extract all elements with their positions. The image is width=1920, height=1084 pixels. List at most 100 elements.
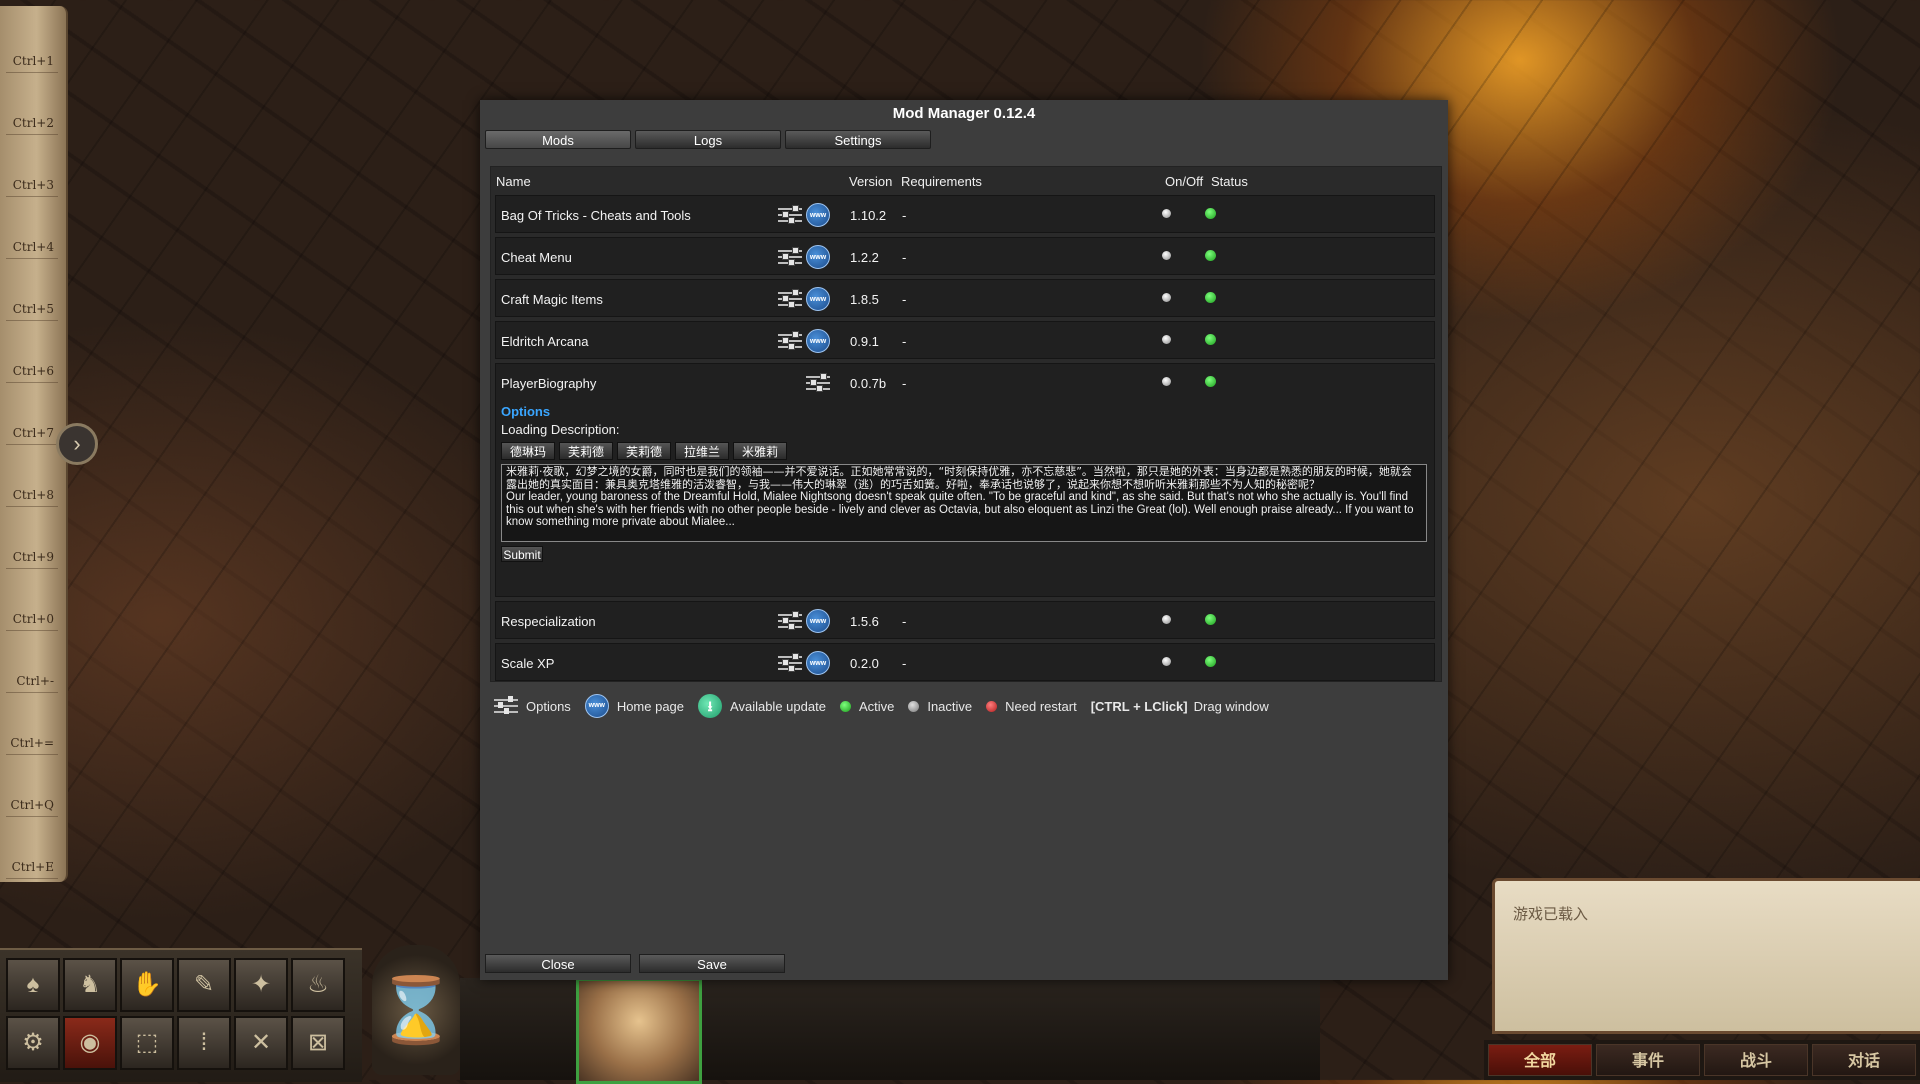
mod-options-icon[interactable]	[778, 204, 802, 226]
mod-options-icon[interactable]	[778, 610, 802, 632]
mod-toggle[interactable]	[1162, 335, 1171, 344]
mod-row[interactable]: Cheat Menu www 1.2.2 -	[495, 237, 1435, 275]
status-active-dot-icon	[1205, 334, 1216, 345]
character-name-button[interactable]: 米雅莉	[733, 442, 787, 460]
homepage-globe-icon[interactable]: www	[806, 329, 830, 353]
character-name-button[interactable]: 德琳玛	[501, 442, 555, 460]
homepage-globe-icon[interactable]: www	[806, 651, 830, 675]
character-name-button[interactable]: 拉维兰	[675, 442, 729, 460]
log-message: 游戏已载入	[1513, 905, 1589, 923]
hotbar-slot[interactable]: Ctrl+Q	[6, 760, 58, 817]
hotbar-slot[interactable]: Ctrl+E	[6, 822, 58, 879]
action-button-icon[interactable]: ◉	[63, 1016, 117, 1070]
hotbar-slot[interactable]: Ctrl+5	[6, 264, 58, 321]
loading-description-label: Loading Description:	[501, 422, 620, 437]
mod-row[interactable]: PlayerBiography 0.0.7b - Options Loading Des…	[495, 363, 1435, 597]
mod-requirements: -	[902, 614, 907, 629]
mod-toggle[interactable]	[1162, 657, 1171, 666]
mod-requirements: -	[902, 334, 907, 349]
character-name-button[interactable]: 芙莉德	[559, 442, 613, 460]
action-button-icon[interactable]: ⊠	[291, 1016, 345, 1070]
action-button-icon[interactable]: ✋	[120, 958, 174, 1012]
close-button[interactable]: Close	[485, 954, 631, 973]
action-button-icon[interactable]: ✕	[234, 1016, 288, 1070]
hotbar-slot[interactable]: Ctrl+8	[6, 450, 58, 507]
save-button[interactable]: Save	[639, 954, 785, 973]
hotbar-slot[interactable]: Ctrl+-	[6, 636, 58, 693]
hotbar-slot[interactable]: Ctrl+3	[6, 140, 58, 197]
character-portrait[interactable]	[576, 978, 702, 1084]
mod-version: 0.9.1	[850, 334, 879, 349]
restart-dot-icon	[986, 700, 998, 712]
character-name-buttons: 德琳玛 芙莉德 芙莉德 拉维兰 米雅莉	[501, 442, 787, 460]
inactive-dot-icon	[908, 700, 920, 712]
hotbar-key-label: Ctrl+6	[12, 364, 54, 378]
mod-toggle[interactable]	[1162, 293, 1171, 302]
action-button-icon[interactable]: ♨	[291, 958, 345, 1012]
hotbar-slot[interactable]: Ctrl+9	[6, 512, 58, 569]
action-button-icon[interactable]: ⚙	[6, 1016, 60, 1070]
hotbar-expand-arrow-icon[interactable]: ›	[56, 423, 98, 465]
action-button-icon[interactable]: ♞	[63, 958, 117, 1012]
hotbar-slot[interactable]: Ctrl+6	[6, 326, 58, 383]
hotbar-key-label: Ctrl+3	[12, 178, 54, 192]
mod-row[interactable]: Craft Magic Items www 1.8.5 -	[495, 279, 1435, 317]
legend-active-label: Active	[858, 698, 895, 714]
mod-toggle[interactable]	[1162, 251, 1171, 260]
action-button-icon[interactable]: ⁞	[177, 1016, 231, 1070]
submit-button[interactable]: Submit	[501, 546, 543, 562]
mod-requirements: -	[902, 656, 907, 671]
mod-row[interactable]: Eldritch Arcana www 0.9.1 -	[495, 321, 1435, 359]
tab-mods[interactable]: Mods	[485, 130, 631, 149]
hotbar-key-label: Ctrl+=	[10, 736, 54, 750]
hotbar-key-label: Ctrl+4	[12, 240, 54, 254]
log-tab[interactable]: 全部	[1488, 1044, 1592, 1076]
action-button-icon[interactable]: ✦	[234, 958, 288, 1012]
action-button-icon[interactable]: ✎	[177, 958, 231, 1012]
mod-name: Cheat Menu	[501, 250, 572, 265]
hotbar-key-label: Ctrl+0	[12, 612, 54, 626]
header-requirements: Requirements	[901, 174, 982, 189]
hotbar-slot[interactable]: Ctrl+4	[6, 202, 58, 259]
mod-options-icon[interactable]	[778, 330, 802, 352]
tab-logs[interactable]: Logs	[635, 130, 781, 149]
legend-restart-label: Need restart	[1005, 698, 1077, 714]
mod-options-icon[interactable]	[778, 246, 802, 268]
hotbar-slot[interactable]: Ctrl+7	[6, 388, 58, 445]
hourglass-icon[interactable]: ⌛	[372, 945, 460, 1075]
action-button-icon[interactable]: ♠	[6, 958, 60, 1012]
log-tab[interactable]: 对话	[1812, 1044, 1916, 1076]
hotbar-key-label: Ctrl+5	[12, 302, 54, 316]
mod-manager-window[interactable]: Mod Manager 0.12.4 Mods Logs Settings Name…	[480, 100, 1448, 980]
homepage-globe-icon[interactable]: www	[806, 287, 830, 311]
mod-toggle[interactable]	[1162, 377, 1171, 386]
mod-row[interactable]: Scale XP www 0.2.0 -	[495, 643, 1435, 681]
homepage-globe-icon[interactable]: www	[806, 203, 830, 227]
mod-version: 1.8.5	[850, 292, 879, 307]
mod-options-icon[interactable]	[806, 372, 830, 394]
mod-options-icon[interactable]	[778, 652, 802, 674]
homepage-globe-icon[interactable]: www	[806, 609, 830, 633]
mod-toggle[interactable]	[1162, 209, 1171, 218]
header-status: Status	[1211, 174, 1248, 189]
hotbar-slot[interactable]: Ctrl+1	[6, 16, 58, 73]
hotbar-slot[interactable]: Ctrl+0	[6, 574, 58, 631]
hotbar-slot[interactable]: Ctrl+2	[6, 78, 58, 135]
status-active-dot-icon	[1205, 656, 1216, 667]
legend-options-label: Options	[526, 698, 571, 714]
action-button-icon[interactable]: ⬚	[120, 1016, 174, 1070]
mod-options-icon[interactable]	[778, 288, 802, 310]
description-textarea[interactable]: 米雅莉·夜歌，幻梦之境的女爵，同时也是我们的领袖——并不爱说话。正如她常常说的，…	[501, 464, 1427, 542]
homepage-globe-icon[interactable]: www	[806, 245, 830, 269]
drag-shortcut: [CTRL + LClick]	[1090, 698, 1188, 714]
hotbar-key-label: Ctrl+E	[11, 860, 54, 874]
log-tab[interactable]: 战斗	[1704, 1044, 1808, 1076]
mod-version: 1.10.2	[850, 208, 887, 223]
log-tab[interactable]: 事件	[1596, 1044, 1700, 1076]
hotbar-slot[interactable]: Ctrl+=	[6, 698, 58, 755]
character-name-button[interactable]: 芙莉德	[617, 442, 671, 460]
mod-row[interactable]: Respecialization www 1.5.6 -	[495, 601, 1435, 639]
tab-settings[interactable]: Settings	[785, 130, 931, 149]
mod-toggle[interactable]	[1162, 615, 1171, 624]
mod-row[interactable]: Bag Of Tricks - Cheats and Tools www 1.10.…	[495, 195, 1435, 233]
